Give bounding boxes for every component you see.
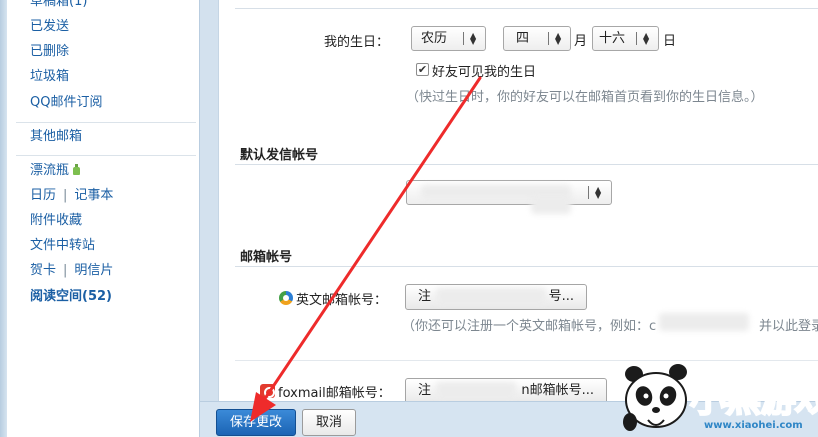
birthday-visible-label: 好友可见我的生日 (432, 65, 537, 80)
folder-sidebar: 草稿箱(1) 已发送 已删除 垃圾箱 QQ邮件订阅 其他邮箱 漂流瓶 日历 | 记事… (7, 0, 200, 437)
drift-bottle-label: 漂流瓶 (30, 163, 70, 178)
left-edge-strip (0, 0, 7, 437)
day-value: 十六 (599, 31, 626, 46)
select-arrows-icon: ▲ ▼ (470, 30, 477, 46)
english-mail-icon (279, 291, 293, 305)
bottle-icon (73, 164, 81, 175)
select-arrows-icon: ▲ ▼ (643, 30, 650, 46)
month-select[interactable]: 四 ▲ ▼ (503, 26, 571, 51)
sidebar-item-greeting-card[interactable]: 贺卡 (30, 263, 56, 278)
sidebar-item-other-mailbox[interactable]: 其他邮箱 (30, 127, 82, 147)
button-text-end: 号... (548, 289, 574, 304)
select-separator (588, 186, 589, 199)
default-sender-title: 默认发信帐号 (240, 148, 319, 163)
button-text-start: 注 (418, 383, 432, 398)
top-divider (235, 8, 818, 9)
sidebar-divider (16, 122, 196, 123)
section-divider (235, 266, 818, 267)
sidebar-item-drafts[interactable]: 草稿箱(1) (30, 0, 87, 12)
foxmail-label-suffix: xmail邮箱帐号： (290, 386, 391, 401)
month-value: 四 (516, 31, 530, 46)
day-unit: 日 (663, 34, 677, 49)
select-separator (636, 32, 637, 45)
redaction-smudge (531, 196, 571, 214)
sidebar-divider (16, 155, 196, 156)
sidebar-item-reading-space[interactable]: 阅读空间(52) (30, 287, 112, 307)
sidebar-item-file-transfer[interactable]: 文件中转站 (30, 236, 95, 256)
select-separator (548, 32, 549, 45)
calendar-type-value: 农历 (421, 31, 448, 46)
foxmail-label-prefix: fo (278, 386, 291, 401)
separator: | (63, 188, 68, 203)
button-text-end: n邮箱帐号... (521, 383, 594, 398)
foxmail-icon (260, 384, 275, 398)
default-sender-select[interactable]: ▲ ▼ (406, 180, 612, 205)
birthday-label: 我的生日： (323, 35, 389, 50)
separator: | (63, 263, 68, 278)
sidebar-item-notepad[interactable]: 记事本 (74, 188, 113, 203)
sidebar-item-drift-bottle[interactable]: 漂流瓶 (30, 161, 81, 181)
button-text-start: 注 (418, 289, 432, 304)
sidebar-item-postcard[interactable]: 明信片 (74, 263, 113, 278)
site-watermark: 小黑游戏 www.xiaohei.com (622, 360, 818, 437)
sidebar-gutter (200, 0, 218, 437)
birthday-hint: （快过生日时，你的好友可以在邮箱首页看到你的生日信息。） (406, 90, 764, 105)
mail-accounts-title: 邮箱帐号 (240, 250, 293, 265)
save-changes-button[interactable]: 保存更改 (216, 409, 296, 436)
redacted-button-text (436, 288, 546, 306)
birthday-visible-checkbox[interactable]: ✔ (416, 63, 429, 76)
register-english-account-button[interactable]: 注 号... (405, 284, 587, 310)
watermark-url: www.xiaohei.com (704, 420, 803, 431)
sidebar-item-attachments[interactable]: 附件收藏 (30, 211, 82, 231)
sidebar-row-calendar-notepad: 日历 | 记事本 (30, 186, 113, 206)
section-divider (235, 164, 818, 165)
sidebar-item-spam[interactable]: 垃圾箱 (30, 67, 69, 87)
cancel-button[interactable]: 取消 (302, 409, 356, 436)
sidebar-item-calendar[interactable]: 日历 (30, 188, 56, 203)
sidebar-item-deleted[interactable]: 已删除 (30, 42, 69, 62)
select-arrows-icon: ▲ ▼ (595, 184, 602, 200)
redacted-example (659, 313, 749, 331)
brand-text: 小黑游戏 (689, 378, 818, 421)
english-account-label: 英文邮箱帐号： (296, 293, 388, 308)
select-separator (463, 32, 464, 45)
sidebar-row-card-postcard: 贺卡 | 明信片 (30, 261, 113, 281)
foxmail-account-label: foxmail邮箱帐号： (278, 382, 391, 401)
month-unit: 月 (574, 34, 588, 49)
calendar-type-select[interactable]: 农历 ▲ ▼ (411, 26, 486, 51)
english-account-hint-end: 并以此登录 (759, 319, 818, 334)
sidebar-item-sent[interactable]: 已发送 (30, 17, 69, 37)
day-select[interactable]: 十六 ▲ ▼ (592, 26, 659, 51)
redacted-button-text (436, 382, 516, 400)
sidebar-item-qq-subscription[interactable]: QQ邮件订阅 (30, 93, 102, 113)
watermark-brand: 小黑游戏 (689, 370, 818, 422)
english-account-hint-start: （你还可以注册一个英文邮箱帐号，例如：c (402, 319, 657, 334)
select-arrows-icon: ▲ ▼ (555, 30, 562, 46)
